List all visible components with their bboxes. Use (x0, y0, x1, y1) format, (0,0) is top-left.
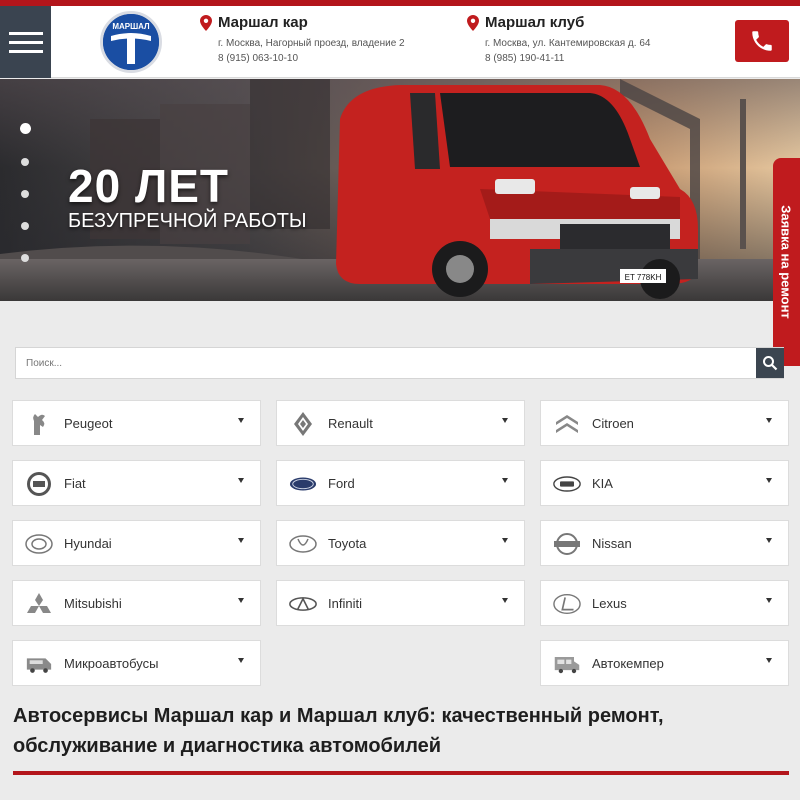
chevron-down-icon (766, 538, 772, 543)
brand-label: KIA (592, 476, 613, 491)
brand-label: Infiniti (328, 596, 362, 611)
brand-label: Ford (328, 476, 355, 491)
repair-request-tab[interactable]: Заявка на ремонт (773, 158, 800, 366)
phone-icon (752, 31, 772, 51)
hero-slider: ET 778KH 20 ЛЕТ БЕЗУПРЕЧНОЙ РАБОТЫ (0, 79, 800, 301)
brand-item-hyundai[interactable]: Hyundai (12, 520, 261, 566)
brand-label: Peugeot (64, 416, 113, 431)
hamburger-icon-bar (8, 31, 43, 35)
hero-title: 20 ЛЕТ (68, 160, 230, 212)
brand-item-ford[interactable]: Ford (276, 460, 525, 506)
chevron-down-icon (238, 658, 244, 663)
call-button[interactable] (735, 20, 789, 62)
ford-logo-icon (289, 470, 317, 498)
infiniti-logo-icon (289, 590, 317, 618)
brand-label: Lexus (592, 596, 627, 611)
location-address: г. Москва, Нагорный проезд, владение 2 (218, 38, 405, 49)
renault-logo-icon (289, 410, 317, 438)
map-pin-icon (467, 15, 479, 31)
brand-label: Fiat (64, 476, 86, 491)
toyota-logo-icon (289, 530, 317, 558)
lexus-logo-icon (553, 590, 581, 618)
location-address: г. Москва, ул. Кантемировская д. 64 (485, 38, 651, 49)
brand-label: Citroen (592, 416, 634, 431)
chevron-down-icon (502, 478, 508, 483)
chevron-down-icon (502, 418, 508, 423)
page-title: Автосервисы Маршал кар и Маршал клуб: ка… (13, 705, 664, 757)
license-plate: ET 778KH (625, 273, 662, 282)
hamburger-icon-bar (8, 40, 43, 44)
slider-dot[interactable] (21, 158, 29, 166)
red-van-image: ET 778KH (336, 85, 698, 299)
repair-request-label: Заявка на ремонт (778, 205, 794, 319)
location-phone[interactable]: 8 (985) 190-41-11 (485, 53, 564, 64)
search-bar (15, 347, 784, 379)
brand-item-toyota[interactable]: Toyota (276, 520, 525, 566)
logo-icon: МАРШАЛ (103, 14, 159, 70)
chevron-down-icon (238, 418, 244, 423)
search-button[interactable] (756, 348, 784, 378)
chevron-down-icon (238, 538, 244, 543)
chevron-down-icon (502, 598, 508, 603)
kia-logo-icon (553, 470, 581, 498)
fiat-logo-icon (25, 470, 53, 498)
map-pin-icon (200, 15, 212, 31)
brand-item-infiniti[interactable]: Infiniti (276, 580, 525, 626)
toyota-style-hyundai-logo-icon (25, 530, 53, 558)
brand-label: Микроавтобусы (64, 656, 159, 671)
title-underline (13, 771, 789, 775)
brand-item-mitsubishi[interactable]: Mitsubishi (12, 580, 261, 626)
brand-item-kia[interactable]: KIA (540, 460, 789, 506)
hero-subtitle: БЕЗУПРЕЧНОЙ РАБОТЫ (68, 210, 307, 232)
site-logo[interactable]: МАРШАЛ (100, 11, 162, 73)
chevron-down-icon (766, 598, 772, 603)
logo-text: МАРШАЛ (112, 22, 150, 31)
peugeot-logo-icon (25, 410, 53, 438)
site-header: МАРШАЛ Маршал кар г. Москва, Нагорный пр… (0, 6, 800, 78)
slider-dot[interactable] (21, 254, 29, 262)
slider-dot[interactable] (19, 123, 31, 134)
brand-label: Toyota (328, 536, 367, 551)
brand-label: Hyundai (64, 536, 112, 551)
slider-dots (19, 123, 31, 286)
location-name: Маршал кар (218, 14, 308, 31)
brand-label: Mitsubishi (64, 596, 122, 611)
brand-item-renault[interactable]: Renault (276, 400, 525, 446)
location-phone[interactable]: 8 (915) 063-10-10 (218, 53, 298, 64)
brand-item-citroen[interactable]: Citroen (540, 400, 789, 446)
search-icon (763, 356, 778, 371)
citroen-logo-icon (553, 410, 581, 438)
brand-grid: Peugeot Renault Citroen Fiat Ford KIA Hy… (12, 400, 789, 686)
search-input[interactable] (16, 348, 756, 378)
hamburger-icon-bar (8, 49, 43, 53)
menu-button[interactable] (0, 6, 51, 78)
nissan-logo-icon (553, 530, 581, 558)
chevron-down-icon (766, 418, 772, 423)
location-name: Маршал клуб (485, 14, 585, 31)
brand-item-peugeot[interactable]: Peugeot (12, 400, 261, 446)
camper-icon (553, 650, 581, 678)
chevron-down-icon (766, 658, 772, 663)
chevron-down-icon (502, 538, 508, 543)
slider-dot[interactable] (21, 222, 29, 230)
brand-item-nissan[interactable]: Nissan (540, 520, 789, 566)
mitsubishi-logo-icon (25, 590, 53, 618)
slider-dot[interactable] (21, 190, 29, 198)
chevron-down-icon (238, 598, 244, 603)
brand-item-lexus[interactable]: Lexus (540, 580, 789, 626)
brand-label: Renault (328, 416, 373, 431)
brand-label: Nissan (592, 536, 632, 551)
chevron-down-icon (238, 478, 244, 483)
brand-label: Автокемпер (592, 656, 664, 671)
brand-item-minibus[interactable]: Микроавтобусы (12, 640, 261, 686)
brand-item-fiat[interactable]: Fiat (12, 460, 261, 506)
chevron-down-icon (766, 478, 772, 483)
minibus-icon (25, 650, 53, 678)
brand-item-camper[interactable]: Автокемпер (540, 640, 789, 686)
